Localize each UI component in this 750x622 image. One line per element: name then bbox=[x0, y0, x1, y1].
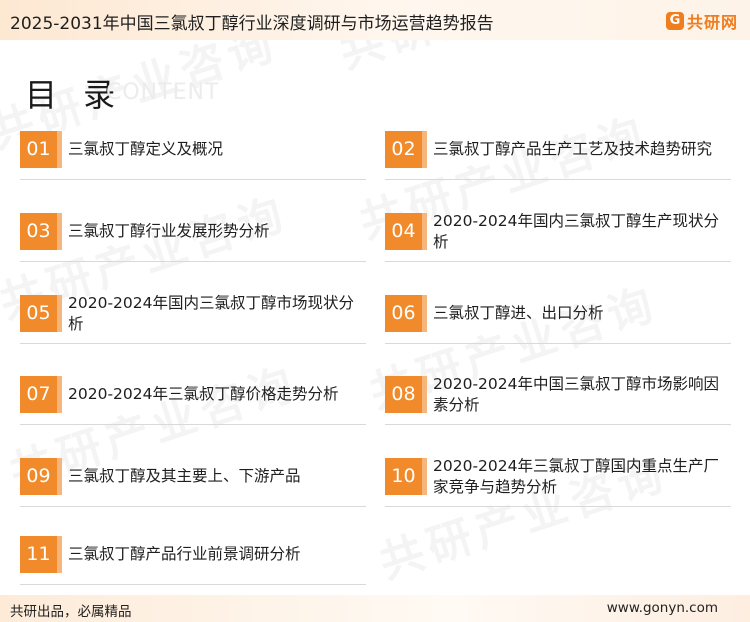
toc-item-label: 三氯叔丁醇进、出口分析 bbox=[433, 304, 604, 322]
toc-item[interactable]: 11 三氯叔丁醇产品行业前景调研分析 bbox=[20, 536, 366, 585]
toc-item-label: 2020-2024年国内三氯叔丁醇生产现状分析 bbox=[433, 211, 719, 251]
toc-item-number: 03 bbox=[20, 213, 62, 250]
toc-item-label: 2020-2024年中国三氯叔丁醇市场影响因素分析 bbox=[433, 374, 719, 414]
footer-website-link[interactable]: www.gonyn.com bbox=[607, 600, 718, 616]
toc-item-number: 02 bbox=[385, 131, 427, 168]
toc-subheading: CONTENT bbox=[106, 80, 220, 105]
toc-item-number: 08 bbox=[385, 376, 427, 413]
report-title: 2025-2031年中国三氯叔丁醇行业深度调研与市场运营趋势报告 bbox=[10, 14, 494, 34]
toc-item-label: 三氯叔丁醇定义及概况 bbox=[68, 140, 224, 158]
toc-item-label: 2020-2024年三氯叔丁醇价格走势分析 bbox=[68, 385, 339, 403]
toc-item[interactable]: 07 2020-2024年三氯叔丁醇价格走势分析 bbox=[20, 376, 366, 425]
toc-item[interactable]: 09 三氯叔丁醇及其主要上、下游产品 bbox=[20, 458, 366, 507]
toc-item[interactable]: 03 三氯叔丁醇行业发展形势分析 bbox=[20, 213, 366, 262]
logo-icon: G bbox=[665, 12, 684, 30]
toc-item-label: 2020-2024年国内三氯叔丁醇市场现状分析 bbox=[68, 293, 354, 333]
toc-item-number: 06 bbox=[385, 295, 427, 332]
toc-item-label: 三氯叔丁醇产品生产工艺及技术趋势研究 bbox=[433, 140, 713, 158]
toc-item[interactable]: 04 2020-2024年国内三氯叔丁醇生产现状分析 bbox=[385, 211, 731, 262]
toc-item[interactable]: 02 三氯叔丁醇产品生产工艺及技术趋势研究 bbox=[385, 131, 731, 180]
toc-item-label: 三氯叔丁醇行业发展形势分析 bbox=[68, 222, 270, 240]
toc-item[interactable]: 05 2020-2024年国内三氯叔丁醇市场现状分析 bbox=[20, 293, 366, 344]
watermark-text: 共研产业咨询 bbox=[330, 40, 635, 81]
toc-item[interactable]: 08 2020-2024年中国三氯叔丁醇市场影响因素分析 bbox=[385, 374, 731, 425]
toc-item[interactable]: 10 2020-2024年三氯叔丁醇国内重点生产厂家竞争与趋势分析 bbox=[385, 456, 731, 507]
toc-item[interactable]: 01 三氯叔丁醇定义及概况 bbox=[20, 131, 366, 180]
toc-item-number: 09 bbox=[20, 458, 62, 495]
toc-item-number: 01 bbox=[20, 131, 62, 168]
footer-slogan: 共研出品，必属精品 bbox=[10, 604, 132, 620]
toc-item-label: 三氯叔丁醇及其主要上、下游产品 bbox=[68, 467, 301, 485]
toc-item-label: 三氯叔丁醇产品行业前景调研分析 bbox=[68, 545, 301, 563]
toc-item-number: 05 bbox=[20, 295, 62, 332]
toc-item-number: 10 bbox=[385, 458, 427, 495]
brand-logo: G 共研网 bbox=[665, 9, 738, 33]
toc-item-label: 2020-2024年三氯叔丁醇国内重点生产厂家竞争与趋势分析 bbox=[433, 456, 719, 496]
toc-item-number: 04 bbox=[385, 213, 427, 250]
toc-item-number: 11 bbox=[20, 536, 62, 573]
toc-item-number: 07 bbox=[20, 376, 62, 413]
toc-item[interactable]: 06 三氯叔丁醇进、出口分析 bbox=[385, 295, 731, 344]
logo-text: 共研网 bbox=[686, 13, 738, 32]
header-bar: 2025-2031年中国三氯叔丁醇行业深度调研与市场运营趋势报告 G 共研网 bbox=[0, 0, 750, 40]
footer-bar: 共研出品，必属精品 www.gonyn.com bbox=[0, 595, 750, 622]
